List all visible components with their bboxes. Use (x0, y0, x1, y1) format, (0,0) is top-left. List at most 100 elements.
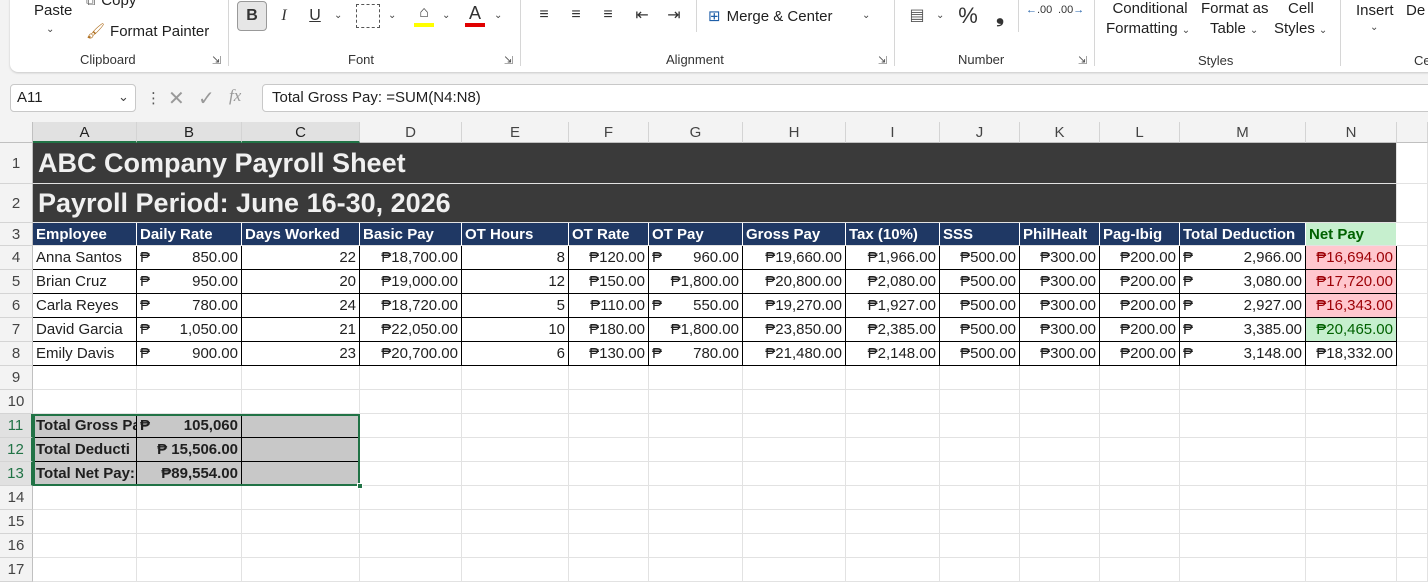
cell-pagibig[interactable]: ₱200.00 (1100, 318, 1180, 342)
header-pag-ibig[interactable]: Pag-Ibig (1100, 223, 1180, 246)
grid-cell[interactable] (1020, 390, 1100, 414)
header-daily-rate[interactable]: Daily Rate (137, 223, 242, 246)
grid-cell[interactable] (1100, 390, 1180, 414)
grid-cell[interactable] (846, 390, 940, 414)
grid-cell[interactable] (1397, 318, 1428, 342)
total-blank[interactable] (242, 414, 360, 438)
cell-ot_rate[interactable]: ₱150.00 (569, 270, 649, 294)
cell-styles-button-line2[interactable]: Styles ⌄ (1274, 20, 1327, 37)
font-color-button[interactable]: A (464, 2, 486, 24)
header-gross-pay[interactable]: Gross Pay (743, 223, 846, 246)
grid-cell[interactable] (1100, 486, 1180, 510)
font-color-dropdown-icon[interactable]: ⌄ (494, 10, 502, 21)
cell-name[interactable]: Carla Reyes (33, 294, 137, 318)
merge-dropdown-icon[interactable]: ⌄ (862, 10, 870, 21)
grid-cell[interactable] (743, 390, 846, 414)
decrease-decimal-button[interactable]: .00→ (1058, 5, 1084, 16)
grid-cell[interactable] (1180, 510, 1306, 534)
grid-cell[interactable] (33, 366, 137, 390)
total-label[interactable]: Total Net Pay: (33, 462, 137, 486)
grid-cell[interactable] (242, 534, 360, 558)
cell-days[interactable]: 24 (242, 294, 360, 318)
grid-cell[interactable] (649, 390, 743, 414)
header-tax-10[interactable]: Tax (10%) (846, 223, 940, 246)
conditional-formatting-button[interactable]: Conditional (1110, 0, 1190, 17)
total-value[interactable]: ₱ 15,506.00 (137, 438, 242, 462)
grid-cell[interactable] (649, 510, 743, 534)
row-header-6[interactable]: 6 (0, 294, 33, 318)
column-header-d[interactable]: D (360, 122, 462, 143)
grid-cell[interactable] (1397, 246, 1428, 270)
grid-cell[interactable] (1397, 342, 1428, 366)
paste-dropdown-icon[interactable]: ⌄ (46, 24, 54, 35)
cell-tax[interactable]: ₱2,385.00 (846, 318, 940, 342)
grid-cell[interactable] (462, 366, 569, 390)
font-launcher-icon[interactable]: ⇲ (504, 54, 513, 67)
header-ot-pay[interactable]: OT Pay (649, 223, 743, 246)
cell-tax[interactable]: ₱1,966.00 (846, 246, 940, 270)
number-launcher-icon[interactable]: ⇲ (1078, 54, 1087, 67)
grid-cell[interactable] (569, 558, 649, 582)
grid-cell[interactable] (569, 366, 649, 390)
grid-cell[interactable] (1020, 366, 1100, 390)
cell-gross[interactable]: ₱20,800.00 (743, 270, 846, 294)
grid-cell[interactable] (743, 414, 846, 438)
grid-cell[interactable] (1180, 390, 1306, 414)
total-value[interactable]: ₱89,554.00 (137, 462, 242, 486)
cell-ot_hours[interactable]: 12 (462, 270, 569, 294)
grid-cell[interactable] (1397, 438, 1428, 462)
grid-cell[interactable] (1100, 366, 1180, 390)
row-header-7[interactable]: 7 (0, 318, 33, 342)
cell-total_ded[interactable]: ₱ 2,927.00 (1180, 294, 1306, 318)
cell-daily_rate[interactable]: ₱ 780.00 (137, 294, 242, 318)
header-total-deduction[interactable]: Total Deduction (1180, 223, 1306, 246)
grid-cell[interactable] (1306, 366, 1397, 390)
grid-cell[interactable] (462, 390, 569, 414)
sheet-title[interactable]: ABC Company Payroll Sheet (33, 143, 1397, 184)
cell-philhealth[interactable]: ₱300.00 (1020, 246, 1100, 270)
cell-total_ded[interactable]: ₱ 3,385.00 (1180, 318, 1306, 342)
column-header-c[interactable]: C (242, 122, 360, 143)
grid-cell[interactable] (1100, 558, 1180, 582)
grid-cell[interactable] (137, 558, 242, 582)
grid-cell[interactable] (743, 462, 846, 486)
cell-gross[interactable]: ₱21,480.00 (743, 342, 846, 366)
cell-gross[interactable]: ₱19,660.00 (743, 246, 846, 270)
total-blank[interactable] (242, 462, 360, 486)
cell-tax[interactable]: ₱2,080.00 (846, 270, 940, 294)
grid-cell[interactable] (462, 438, 569, 462)
grid-cell[interactable] (649, 558, 743, 582)
grid-cell[interactable] (137, 534, 242, 558)
cell-gross[interactable]: ₱23,850.00 (743, 318, 846, 342)
grid-cell[interactable] (569, 534, 649, 558)
grid-cell[interactable] (940, 462, 1020, 486)
borders-dropdown-icon[interactable]: ⌄ (388, 10, 396, 21)
cell-net[interactable]: ₱20,465.00 (1306, 318, 1397, 342)
percent-button[interactable]: % (956, 3, 980, 29)
grid-cell[interactable] (1180, 366, 1306, 390)
grid-cell[interactable] (242, 366, 360, 390)
grid-cell[interactable] (1180, 462, 1306, 486)
grid-cell[interactable] (1397, 223, 1428, 246)
column-header-j[interactable]: J (940, 122, 1020, 143)
insert-dropdown-icon[interactable]: ⌄ (1370, 22, 1378, 33)
header-sss[interactable]: SSS (940, 223, 1020, 246)
grid-cell[interactable] (1020, 486, 1100, 510)
column-header-b[interactable]: B (137, 122, 242, 143)
grid-cell[interactable] (137, 486, 242, 510)
header-net-pay[interactable]: Net Pay (1306, 223, 1397, 246)
grid-cell[interactable] (569, 390, 649, 414)
grid-cell[interactable] (846, 558, 940, 582)
grid-cell[interactable] (462, 534, 569, 558)
accounting-format-icon[interactable]: ▤ (905, 4, 929, 26)
cell-ot_rate[interactable]: ₱130.00 (569, 342, 649, 366)
grid-cell[interactable] (649, 486, 743, 510)
cell-philhealth[interactable]: ₱300.00 (1020, 294, 1100, 318)
cell-gross[interactable]: ₱19,270.00 (743, 294, 846, 318)
copy-button[interactable]: ⧉ Copy (86, 0, 136, 9)
grid-cell[interactable] (940, 558, 1020, 582)
total-blank[interactable] (242, 438, 360, 462)
payroll-period[interactable]: Payroll Period: June 16-30, 2026 (33, 184, 1397, 223)
grid-cell[interactable] (360, 438, 462, 462)
grid-cell[interactable] (242, 558, 360, 582)
